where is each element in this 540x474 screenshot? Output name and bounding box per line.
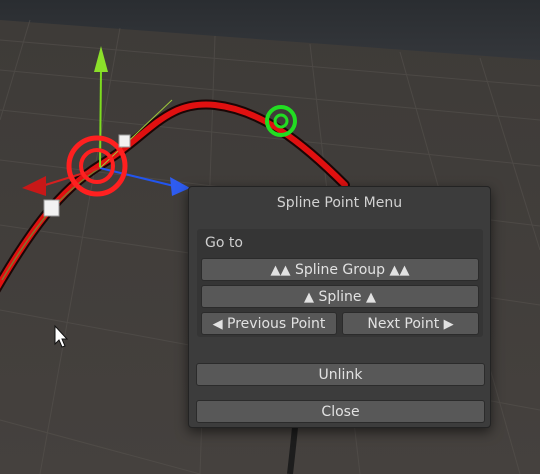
tangent-handle-lower[interactable]	[43, 199, 60, 217]
arrow-up-icon: ▲▲	[270, 263, 291, 278]
unlink-button[interactable]: Unlink	[196, 363, 485, 386]
arrow-right-icon: ▶	[443, 317, 454, 332]
previous-point-button[interactable]: ◀ Previous Point	[201, 312, 337, 335]
arrow-left-icon: ◀	[212, 317, 223, 332]
tangent-handle-upper[interactable]	[118, 134, 131, 148]
spline-label: Spline	[318, 289, 362, 305]
go-to-spline-button[interactable]: ▲ Spline ▲	[201, 285, 479, 308]
next-point-button[interactable]: Next Point ▶	[342, 312, 479, 335]
close-button[interactable]: Close	[196, 400, 485, 423]
go-to-spline-group-button[interactable]: ▲▲ Spline Group ▲▲	[201, 258, 479, 281]
go-to-label: Go to	[205, 235, 243, 251]
spline-point-menu: Spline Point Menu Go to ▲▲ Spline Group …	[188, 186, 491, 428]
arrow-up-icon: ▲▲	[389, 263, 410, 278]
previous-point-label: Previous Point	[227, 316, 326, 332]
spline-group-label: Spline Group	[294, 262, 386, 278]
arrow-up-icon: ▲	[365, 290, 376, 305]
arrow-up-icon: ▲	[304, 290, 315, 305]
menu-title: Spline Point Menu	[276, 195, 403, 211]
go-to-group: Go to ▲▲ Spline Group ▲▲ ▲ Spline ▲ ◀ Pr…	[197, 229, 483, 337]
next-point-label: Next Point	[367, 316, 440, 332]
gizmo-axis-y[interactable]	[99, 69, 102, 169]
